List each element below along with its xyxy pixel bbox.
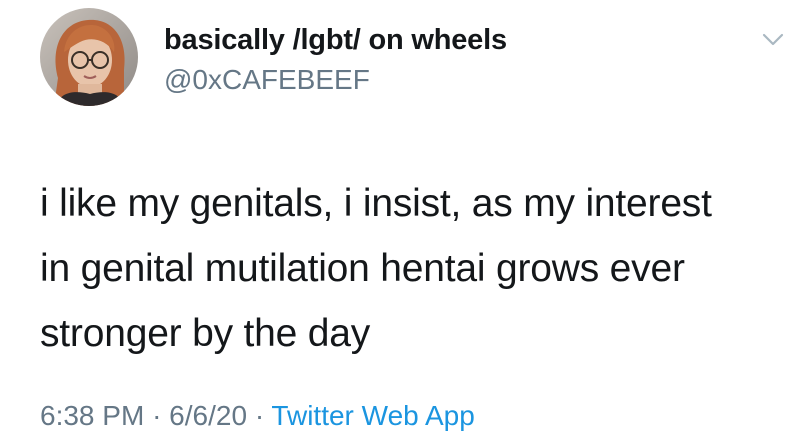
avatar-image bbox=[40, 8, 138, 106]
tweet-time[interactable]: 6:38 PM bbox=[40, 400, 144, 431]
tweet-text: i like my genitals, i insist, as my inte… bbox=[40, 171, 790, 366]
tweet-meta: 6:38 PM · 6/6/20 · Twitter Web App bbox=[40, 400, 475, 432]
meta-separator: · bbox=[152, 400, 162, 431]
display-name[interactable]: basically /lgbt/ on wheels bbox=[164, 24, 507, 57]
tweet-card: basically /lgbt/ on wheels @0xCAFEBEEF i… bbox=[0, 0, 796, 444]
tweet-text-line: i like my genitals, i insist, as my inte… bbox=[40, 182, 712, 225]
user-handle[interactable]: @0xCAFEBEEF bbox=[164, 64, 370, 96]
tweet-text-line: stronger by the day bbox=[40, 312, 371, 355]
tweet-text-line: in genital mutilation hentai grows ever bbox=[40, 247, 685, 290]
tweet-date[interactable]: 6/6/20 bbox=[169, 400, 247, 431]
meta-separator: · bbox=[254, 400, 265, 431]
chevron-down-icon[interactable] bbox=[761, 32, 785, 48]
tweet-source-link[interactable]: Twitter Web App bbox=[271, 400, 474, 431]
avatar[interactable] bbox=[40, 8, 138, 106]
